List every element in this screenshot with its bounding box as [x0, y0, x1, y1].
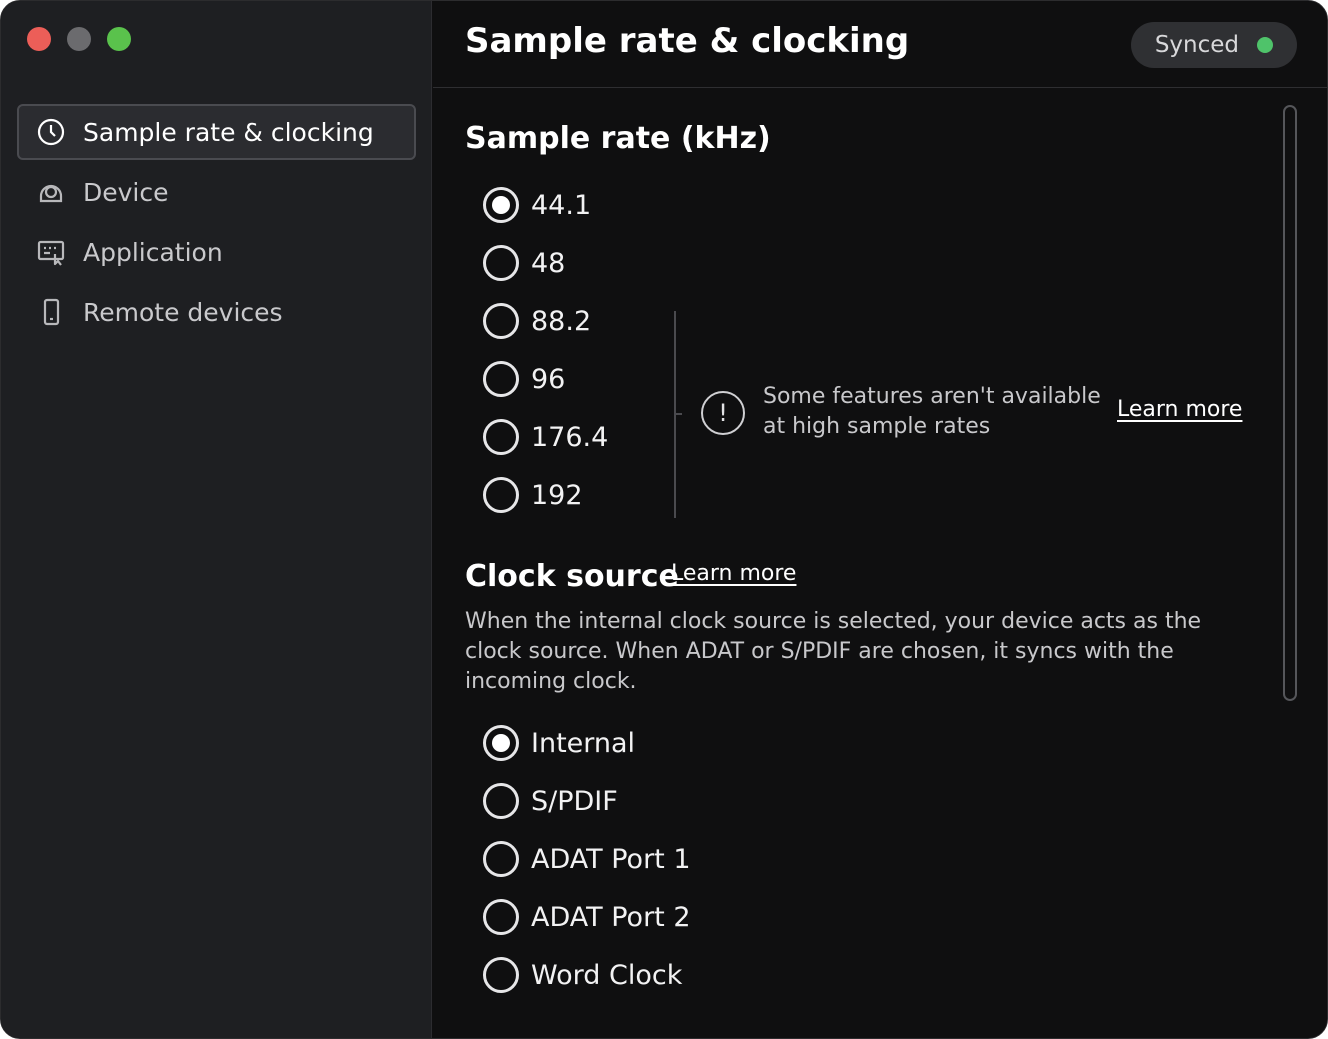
radio-unselected-icon: [483, 419, 519, 455]
sidebar-nav: Sample rate & clocking Device Applicatio…: [17, 104, 416, 344]
main-panel: Sample rate & clocking Synced Sample rat…: [433, 1, 1327, 1038]
sidebar-item-label: Remote devices: [83, 297, 283, 327]
radio-unselected-icon: [483, 841, 519, 877]
radio-label: ADAT Port 1: [531, 843, 691, 875]
radio-label: 192: [531, 479, 583, 511]
radio-sample-rate-192[interactable]: 192: [483, 477, 583, 513]
clock-icon: [35, 116, 67, 148]
radio-sample-rate-48[interactable]: 48: [483, 245, 565, 281]
scrollbar[interactable]: [1283, 105, 1297, 701]
device-icon: [35, 176, 67, 208]
radio-sample-rate-96[interactable]: 96: [483, 361, 565, 397]
radio-sample-rate-44-1[interactable]: 44.1: [483, 187, 591, 223]
application-icon: [35, 236, 67, 268]
sidebar-item-remote-devices[interactable]: Remote devices: [17, 284, 416, 340]
radio-label: 96: [531, 363, 566, 395]
radio-clock-internal[interactable]: Internal: [483, 725, 635, 761]
radio-unselected-icon: [483, 303, 519, 339]
radio-unselected-icon: [483, 245, 519, 281]
minimize-window-button[interactable]: [67, 27, 91, 51]
sidebar: Sample rate & clocking Device Applicatio…: [1, 1, 432, 1038]
radio-label: Word Clock: [531, 959, 683, 991]
clock-source-learn-more-link[interactable]: Learn more: [671, 561, 796, 586]
close-window-button[interactable]: [27, 27, 51, 51]
sample-rate-title: Sample rate (kHz): [465, 121, 771, 156]
radio-label: 48: [531, 247, 566, 279]
app-window: Sample rate & clocking Device Applicatio…: [0, 0, 1328, 1039]
warning-icon: !: [701, 391, 745, 435]
radio-clock-spdif[interactable]: S/PDIF: [483, 783, 618, 819]
radio-selected-icon: [483, 187, 519, 223]
radio-clock-word-clock[interactable]: Word Clock: [483, 957, 682, 993]
page-title: Sample rate & clocking: [465, 21, 910, 61]
radio-label: ADAT Port 2: [531, 901, 691, 933]
status-dot-icon: [1257, 37, 1273, 53]
sidebar-item-label: Device: [83, 177, 169, 207]
sidebar-item-label: Application: [83, 237, 223, 267]
sidebar-item-label: Sample rate & clocking: [83, 117, 374, 147]
high-rate-bracket-tick: [674, 413, 682, 415]
radio-label: Internal: [531, 727, 636, 759]
radio-unselected-icon: [483, 361, 519, 397]
radio-label: 176.4: [531, 421, 609, 453]
radio-sample-rate-88-2[interactable]: 88.2: [483, 303, 591, 339]
radio-label: 44.1: [531, 189, 592, 221]
radio-unselected-icon: [483, 783, 519, 819]
radio-selected-icon: [483, 725, 519, 761]
radio-sample-rate-176-4[interactable]: 176.4: [483, 419, 608, 455]
radio-label: S/PDIF: [531, 785, 618, 817]
sidebar-item-device[interactable]: Device: [17, 164, 416, 220]
page-header: Sample rate & clocking Synced: [433, 1, 1327, 88]
sidebar-item-application[interactable]: Application: [17, 224, 416, 280]
radio-unselected-icon: [483, 957, 519, 993]
radio-label: 88.2: [531, 305, 592, 337]
maximize-window-button[interactable]: [107, 27, 131, 51]
window-controls: [27, 27, 131, 51]
radio-clock-adat-port-2[interactable]: ADAT Port 2: [483, 899, 691, 935]
phone-icon: [35, 296, 67, 328]
radio-unselected-icon: [483, 899, 519, 935]
status-badge: Synced: [1130, 22, 1297, 68]
radio-clock-adat-port-1[interactable]: ADAT Port 1: [483, 841, 691, 877]
high-rate-warning-text: Some features aren't available at high s…: [763, 384, 1101, 439]
status-label: Synced: [1154, 32, 1239, 58]
sample-rate-learn-more-link[interactable]: Learn more: [1117, 397, 1242, 422]
radio-unselected-icon: [483, 477, 519, 513]
clock-source-description: When the internal clock source is select…: [465, 609, 1202, 694]
clock-source-title: Clock source: [465, 559, 679, 594]
sidebar-item-sample-rate[interactable]: Sample rate & clocking: [17, 104, 416, 160]
